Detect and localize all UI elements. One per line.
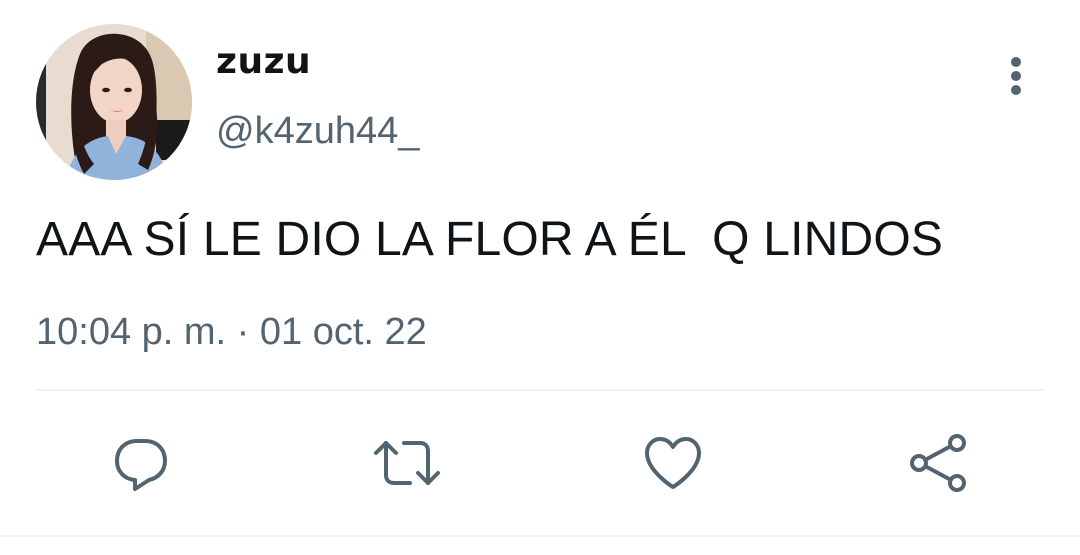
vertical-ellipsis-icon <box>1011 57 1021 95</box>
tweet-card: zuzu @k4zuh44_ AAA SÍ LE DIO LA FLOR A É… <box>0 0 1080 555</box>
divider <box>36 389 1044 391</box>
like-button[interactable] <box>638 428 708 498</box>
avatar[interactable] <box>36 24 192 180</box>
bottom-divider <box>0 535 1080 537</box>
tweet-timestamp[interactable]: 10:04 p. m. · 01 oct. 22 <box>36 308 427 356</box>
speech-bubble-icon <box>115 439 167 491</box>
retweet-arrows-icon <box>374 441 440 485</box>
more-options-button[interactable] <box>994 50 1038 102</box>
heart-icon <box>645 437 701 489</box>
avatar-photo <box>36 24 192 180</box>
user-handle[interactable]: @k4zuh44_ <box>216 108 419 154</box>
reply-button[interactable] <box>106 428 176 498</box>
retweet-button[interactable] <box>372 428 442 498</box>
share-button[interactable] <box>904 428 974 498</box>
share-nodes-icon <box>910 434 966 492</box>
tweet-text: AAA SÍ LE DIO LA FLOR A ÉL Q LINDOS <box>36 213 944 266</box>
display-name[interactable]: zuzu <box>216 40 311 84</box>
